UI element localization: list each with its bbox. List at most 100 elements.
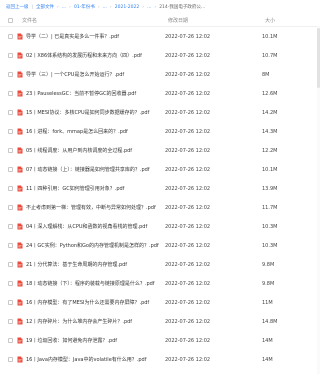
- file-row[interactable]: 导学（三）| 一个CPU是怎么开始运行？.pdf 2022-07-26 12:02…: [0, 65, 320, 84]
- breadcrumb-back[interactable]: 返回上一级: [6, 4, 29, 10]
- file-modified-date: 2022-07-26 12:02: [165, 299, 211, 306]
- row-checkbox[interactable]: [8, 91, 13, 96]
- row-checkbox[interactable]: [8, 357, 13, 362]
- file-row[interactable]: 07丨动态链接（上）：链接器是如何管理共享库的？.pdf 2022-07-26 1…: [0, 160, 320, 179]
- file-name[interactable]: 11丨四种引用：GC如何管理引用对象？.pdf: [23, 185, 162, 192]
- file-row[interactable]: 02丨X86体系结构的发展历程和未来方向（四）.pdf 2022-07-26 12…: [0, 46, 320, 65]
- file-row[interactable]: 23丨PauselessGC：当前不暂停GC的回收器.pdf 2022-07-26…: [0, 84, 320, 103]
- row-checkbox[interactable]: [8, 243, 13, 248]
- breadcrumb-current: 214-我国电子政府公...: [159, 5, 206, 10]
- file-size: 14.8M: [262, 318, 278, 325]
- file-row[interactable]: 12丨内存碎片：为什么堆内存会产生碎片？.pdf 2022-07-26 12:02…: [0, 312, 320, 331]
- column-header-name[interactable]: 文件名: [13, 17, 165, 24]
- breadcrumb-separator: ›: [57, 4, 59, 10]
- file-modified-date: 2022-07-26 12:02: [165, 71, 211, 78]
- file-row[interactable]: 21丨分代算法：基于生命周期的内存管理.pdf 2022-07-26 12:02 9…: [0, 255, 320, 274]
- pdf-file-icon: [17, 185, 23, 192]
- file-modified-date: 2022-07-26 12:02: [165, 185, 211, 192]
- file-row[interactable]: 04丨深入理解栈：从CPU和函数的视角看栈的管理.pdf 2022-07-26 1…: [0, 217, 320, 236]
- row-checkbox[interactable]: [8, 53, 13, 58]
- pdf-file-icon: [17, 261, 23, 268]
- pdf-file-icon: [17, 242, 23, 249]
- file-name[interactable]: 04丨深入理解栈：从CPU和函数的视角看栈的管理.pdf: [23, 223, 162, 230]
- row-checkbox[interactable]: [8, 319, 13, 324]
- row-checkbox[interactable]: [8, 338, 13, 343]
- file-size: 12.6M: [262, 90, 278, 97]
- row-checkbox[interactable]: [8, 262, 13, 267]
- file-name[interactable]: 不止考虑到第一梯：管理有效，中断与异常如何处理？.pdf: [23, 204, 162, 211]
- file-list-header: 文件名 修改日期 大小: [0, 14, 320, 27]
- row-checkbox[interactable]: [8, 129, 13, 134]
- file-name[interactable]: 16丨Java内存模型：Java中的volatile有什么用？.pdf: [23, 356, 162, 363]
- file-name[interactable]: 05丨线程调度：从用户到内核调度的全过程.pdf: [23, 147, 162, 154]
- file-name[interactable]: 24丨GC实例：Python和Go的内存管理机制是怎样的？.pdf: [23, 242, 162, 249]
- file-size: 10.3M: [262, 242, 278, 249]
- file-modified-date: 2022-07-26 12:02: [165, 242, 211, 249]
- pdf-file-icon: [17, 299, 23, 306]
- file-name[interactable]: 18丨动态链接（下）：程序的装载与链接原理是什么？.pdf: [23, 280, 162, 287]
- row-checkbox[interactable]: [8, 224, 13, 229]
- row-checkbox[interactable]: [8, 281, 13, 286]
- file-name[interactable]: 16丨内存模型：有了MESI为什么还需要内存屏障？.pdf: [23, 299, 162, 306]
- pdf-file-icon: [17, 223, 23, 230]
- row-checkbox[interactable]: [8, 110, 13, 115]
- file-row[interactable]: 16丨Java内存模型：Java中的volatile有什么用？.pdf 2022-…: [0, 350, 320, 369]
- file-row[interactable]: 19丨垃圾回收：如何避免内存泄露？.pdf 2022-07-26 12:02 14M: [0, 331, 320, 350]
- breadcrumb-separator: ›: [154, 4, 157, 10]
- file-name[interactable]: 16丨进程：fork、mmap是怎么回来的？.pdf: [23, 128, 162, 135]
- file-modified-date: 2022-07-26 12:02: [165, 90, 211, 97]
- row-checkbox[interactable]: [8, 167, 13, 172]
- row-checkbox[interactable]: [8, 72, 13, 77]
- breadcrumb-ellipsis[interactable]: ...: [62, 5, 66, 10]
- file-list: 导学（二）| 已是真实是多么一件事？.pdf 2022-07-26 12:02 10…: [0, 27, 320, 369]
- file-row[interactable]: 18丨动态链接（下）：程序的装载与链接原理是什么？.pdf 2022-07-26 …: [0, 274, 320, 293]
- file-row[interactable]: 15丨MESI协议：多核CPU是如何同步数据缓存的？.pdf 2022-07-26…: [0, 103, 320, 122]
- file-modified-date: 2022-07-26 12:02: [165, 356, 211, 363]
- file-name[interactable]: 12丨内存碎片：为什么堆内存会产生碎片？.pdf: [23, 318, 162, 325]
- file-name[interactable]: 19丨垃圾回收：如何避免内存泄露？.pdf: [23, 337, 162, 344]
- pdf-file-icon: [17, 280, 23, 287]
- file-name[interactable]: 23丨PauselessGC：当前不暂停GC的回收器.pdf: [23, 90, 162, 97]
- pdf-file-icon: [17, 90, 23, 97]
- column-header-date[interactable]: 修改日期: [165, 17, 265, 24]
- file-row[interactable]: 16丨内存模型：有了MESI为什么还需要内存屏障？.pdf 2022-07-26 …: [0, 293, 320, 312]
- pdf-file-icon: [17, 109, 23, 116]
- file-row[interactable]: 不止考虑到第一梯：管理有效，中断与异常如何处理？.pdf 2022-07-26 1…: [0, 198, 320, 217]
- file-row[interactable]: 05丨线程调度：从用户到内核调度的全过程.pdf 2022-07-26 12:02…: [0, 141, 320, 160]
- file-modified-date: 2022-07-26 12:02: [165, 109, 211, 116]
- file-size: 10.7M: [262, 52, 278, 59]
- file-modified-date: 2022-07-26 12:02: [165, 33, 211, 40]
- file-name[interactable]: 导学（二）| 已是真实是多么一件事？.pdf: [23, 33, 162, 40]
- breadcrumb-separator: ›: [109, 4, 112, 10]
- file-modified-date: 2022-07-26 12:02: [165, 318, 211, 325]
- breadcrumb-ellipsis[interactable]: ...: [103, 5, 107, 10]
- file-size: 14M: [262, 356, 273, 363]
- breadcrumb-item-all-files[interactable]: 全部文件: [36, 4, 54, 10]
- file-size: 9.8M: [262, 261, 275, 268]
- file-modified-date: 2022-07-26 12:02: [165, 52, 211, 59]
- file-name[interactable]: 07丨动态链接（上）：链接器是如何管理共享库的？.pdf: [23, 166, 162, 173]
- file-row[interactable]: 24丨GC实例：Python和Go的内存管理机制是怎样的？.pdf 2022-07…: [0, 236, 320, 255]
- file-name[interactable]: 导学（三）| 一个CPU是怎么开始运行？.pdf: [23, 71, 162, 78]
- row-checkbox[interactable]: [8, 300, 13, 305]
- file-row[interactable]: 16丨进程：fork、mmap是怎么回来的？.pdf 2022-07-26 12:…: [0, 122, 320, 141]
- pdf-file-icon: [17, 204, 23, 211]
- row-checkbox[interactable]: [8, 148, 13, 153]
- row-checkbox[interactable]: [8, 34, 13, 39]
- breadcrumb-separator: ›: [69, 4, 71, 10]
- row-checkbox[interactable]: [8, 186, 13, 191]
- file-size: 10.3M: [262, 223, 278, 230]
- file-name[interactable]: 02丨X86体系结构的发展历程和未来方向（四）.pdf: [23, 52, 162, 59]
- row-checkbox[interactable]: [8, 205, 13, 210]
- file-row[interactable]: 11丨四种引用：GC如何管理引用对象？.pdf 2022-07-26 12:02 1…: [0, 179, 320, 198]
- file-name[interactable]: 21丨分代算法：基于生命周期的内存管理.pdf: [23, 261, 162, 268]
- file-row[interactable]: 导学（二）| 已是真实是多么一件事？.pdf 2022-07-26 12:02 10…: [0, 27, 320, 46]
- file-modified-date: 2022-07-26 12:02: [165, 128, 211, 135]
- breadcrumb-item-folder-2[interactable]: 2021-2022: [115, 5, 140, 10]
- file-modified-date: 2022-07-26 12:02: [165, 261, 211, 268]
- file-name[interactable]: 15丨MESI协议：多核CPU是如何同步数据缓存的？.pdf: [23, 109, 162, 116]
- breadcrumb-ellipsis[interactable]: ...: [147, 5, 151, 10]
- breadcrumb-item-folder-1[interactable]: 01-年份书: [74, 4, 95, 10]
- file-size: 11M: [262, 299, 273, 306]
- column-header-size[interactable]: 大小: [265, 17, 313, 24]
